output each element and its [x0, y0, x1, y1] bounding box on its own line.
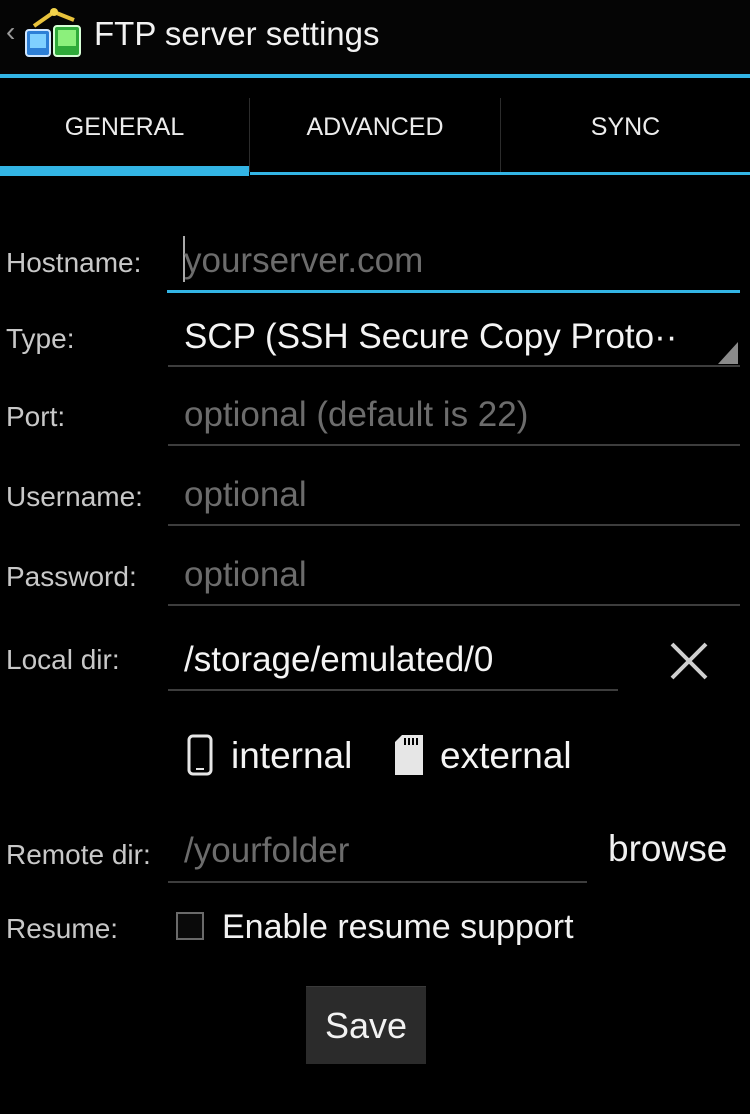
tab-indicator-active: [0, 166, 249, 176]
external-storage-option[interactable]: external: [440, 734, 572, 778]
local-dir-input[interactable]: /storage/emulated/0: [184, 639, 493, 681]
password-label: Password:: [6, 561, 137, 592]
save-button[interactable]: Save: [306, 986, 426, 1064]
port-input[interactable]: optional (default is 22): [184, 394, 528, 436]
remote-dir-underline: [168, 881, 587, 883]
hostname-underline: [167, 290, 740, 293]
spinner-arrow-icon: [718, 342, 738, 364]
remote-dir-label: Remote dir:: [6, 839, 151, 870]
tab-indicator: [250, 172, 750, 175]
port-label: Port:: [6, 401, 66, 432]
password-input[interactable]: optional: [184, 554, 307, 596]
resume-label: Resume:: [6, 913, 119, 944]
type-underline: [168, 365, 740, 367]
browse-button[interactable]: browse: [608, 826, 727, 872]
phone-icon[interactable]: [187, 734, 213, 776]
remote-dir-input[interactable]: /yourfolder: [184, 830, 349, 872]
app-icon[interactable]: [24, 6, 86, 62]
local-dir-label: Local dir:: [6, 644, 120, 675]
type-spinner[interactable]: SCP (SSH Secure Copy Proto··: [184, 316, 704, 358]
password-underline: [168, 604, 740, 606]
hostname-label: Hostname:: [6, 247, 142, 278]
resume-checkbox[interactable]: [176, 912, 204, 940]
local-dir-underline: [168, 689, 618, 691]
hostname-input[interactable]: yourserver.com: [184, 240, 423, 282]
username-label: Username:: [6, 481, 143, 512]
internal-storage-option[interactable]: internal: [231, 734, 352, 778]
resume-checkbox-label[interactable]: Enable resume support: [222, 906, 574, 948]
sd-card-icon[interactable]: [394, 734, 424, 776]
tab-general[interactable]: GENERAL: [0, 78, 249, 176]
back-chevron-icon[interactable]: ‹: [6, 16, 15, 48]
clear-icon[interactable]: [668, 640, 710, 682]
type-label: Type:: [6, 323, 75, 354]
username-underline: [168, 524, 740, 526]
tab-advanced[interactable]: ADVANCED: [250, 78, 500, 176]
username-input[interactable]: optional: [184, 474, 307, 516]
page-title: FTP server settings: [94, 15, 380, 52]
port-underline: [168, 444, 740, 446]
tab-sync[interactable]: SYNC: [501, 78, 750, 176]
